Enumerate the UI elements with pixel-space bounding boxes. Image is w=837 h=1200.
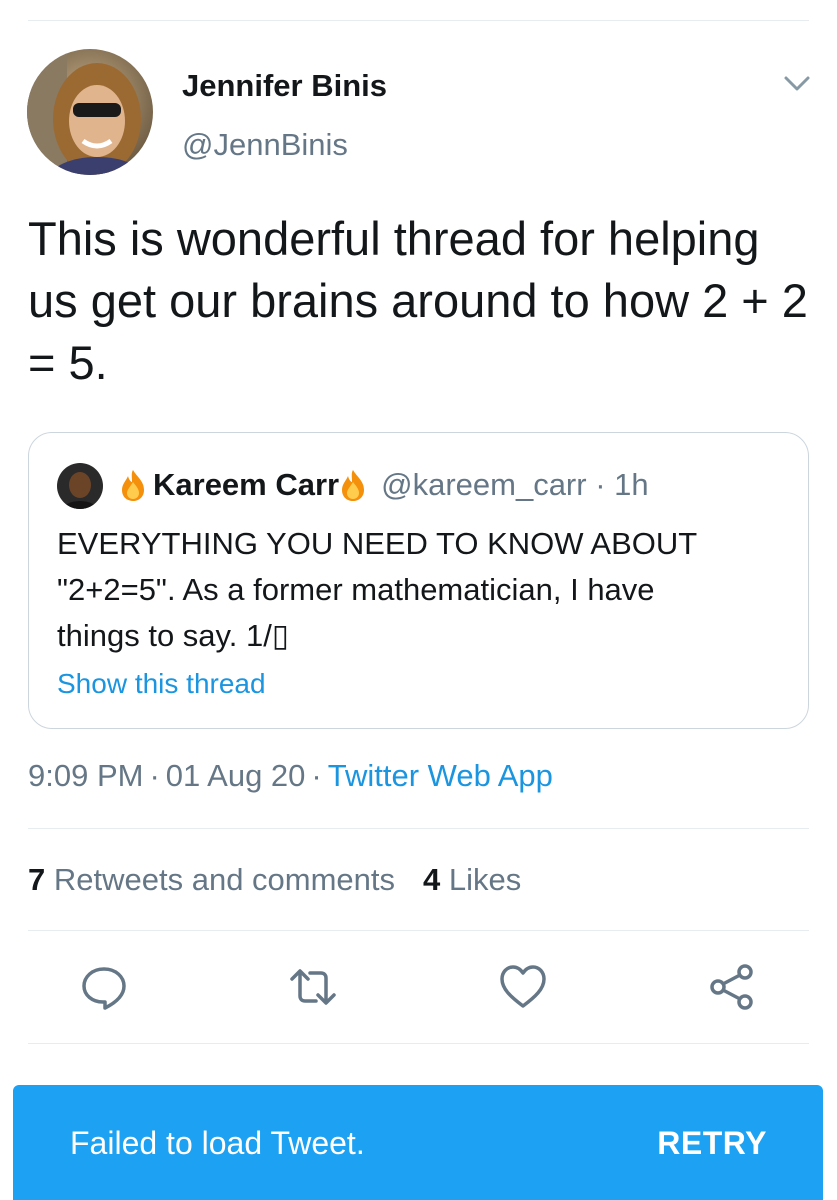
likes-label: Likes bbox=[448, 862, 522, 897]
tweet-source-link[interactable]: Twitter Web App bbox=[328, 758, 553, 793]
reply-icon bbox=[82, 967, 126, 1010]
fire-icon bbox=[119, 468, 147, 502]
tweet-stats: 7 Retweets and comments 4 Likes bbox=[28, 862, 521, 898]
retweets-stat[interactable]: 7 Retweets and comments bbox=[28, 862, 395, 897]
quoted-author-handle: @kareem_carr · 1h bbox=[381, 467, 649, 502]
top-divider bbox=[28, 20, 809, 21]
share-button[interactable] bbox=[707, 962, 757, 1012]
quoted-author-avatar bbox=[57, 463, 103, 509]
likes-stat[interactable]: 4 Likes bbox=[423, 862, 521, 897]
retweet-button[interactable] bbox=[288, 962, 338, 1012]
retry-button[interactable]: RETRY bbox=[657, 1125, 767, 1162]
likes-count: 4 bbox=[423, 862, 441, 897]
tweet-metadata: 9:09 PM · 01 Aug 20 · Twitter Web App bbox=[28, 758, 553, 794]
quoted-tweet-text: EVERYTHING YOU NEED TO KNOW ABOUT "2+2=5… bbox=[57, 526, 698, 653]
divider bbox=[28, 930, 809, 931]
author-handle[interactable]: @JennBinis bbox=[182, 127, 348, 163]
retweet-icon bbox=[290, 969, 336, 1005]
retweets-label: Retweets and comments bbox=[53, 862, 396, 897]
like-icon bbox=[500, 965, 546, 1008]
retweets-count: 7 bbox=[28, 862, 46, 897]
quoted-tweet-card[interactable]: Kareem Carr @kareem_carr · 1h EVERYTHING… bbox=[28, 432, 809, 729]
meta-separator: · bbox=[311, 758, 322, 793]
quoted-tweet-header: Kareem Carr @kareem_carr · 1h bbox=[119, 467, 649, 503]
reply-button[interactable] bbox=[79, 962, 129, 1012]
author-name[interactable]: Jennifer Binis bbox=[182, 68, 387, 104]
tweet-date: 01 Aug 20 bbox=[165, 758, 306, 793]
tweet-text: This is wonderful thread for helping us … bbox=[28, 212, 808, 389]
fire-icon bbox=[339, 468, 367, 502]
error-snackbar: Failed to load Tweet. RETRY bbox=[13, 1085, 823, 1200]
tweet-time: 9:09 PM bbox=[28, 758, 144, 793]
show-thread-link[interactable]: Show this thread bbox=[57, 668, 266, 700]
author-avatar[interactable] bbox=[27, 49, 153, 175]
meta-separator: · bbox=[149, 758, 160, 793]
snackbar-message: Failed to load Tweet. bbox=[70, 1125, 365, 1161]
quoted-author-name: Kareem Carr bbox=[153, 467, 340, 502]
like-button[interactable] bbox=[498, 962, 548, 1012]
divider bbox=[28, 1043, 809, 1044]
divider bbox=[28, 828, 809, 829]
chevron-down-icon[interactable] bbox=[782, 72, 812, 96]
share-icon bbox=[710, 964, 753, 1010]
